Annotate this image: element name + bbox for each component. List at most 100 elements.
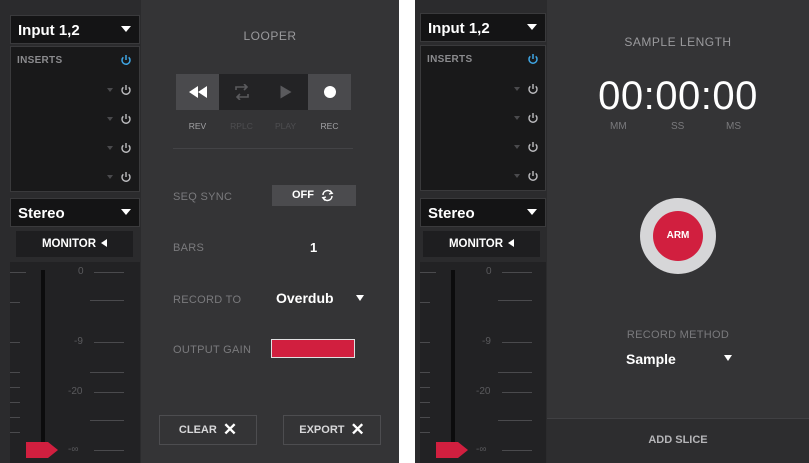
chevron-down-icon[interactable] — [514, 116, 520, 120]
power-icon[interactable] — [527, 53, 539, 65]
seq-sync-toggle[interactable]: OFF — [272, 185, 356, 206]
monitor-button[interactable]: MONITOR — [16, 231, 133, 257]
inserts-box: INSERTS — [420, 45, 546, 191]
caret-down-icon — [724, 355, 732, 361]
speaker-left-icon — [508, 239, 515, 247]
record-method-label: RECORD METHOD — [626, 329, 730, 341]
record-to-value: Overdub — [276, 290, 334, 306]
output-gain-fill — [272, 340, 354, 357]
meter-scale-mid: -9 — [482, 336, 491, 347]
inserts-title: INSERTS — [427, 54, 473, 65]
clear-button-label: CLEAR — [178, 424, 217, 436]
close-icon: ✕ — [222, 420, 238, 439]
meter-scale-top: 0 — [78, 266, 84, 277]
power-icon[interactable] — [120, 54, 132, 66]
insert-power-icon[interactable] — [527, 141, 539, 153]
meter-scale-bottom: -∞ — [68, 444, 79, 455]
insert-power-icon[interactable] — [120, 84, 132, 96]
monitor-button[interactable]: MONITOR — [423, 231, 540, 257]
chevron-down-icon[interactable] — [514, 87, 520, 91]
play-button[interactable] — [264, 74, 307, 110]
meter-scale-low: -20 — [68, 386, 83, 397]
meter-scale-bottom: -∞ — [476, 444, 487, 455]
insert-power-icon[interactable] — [120, 142, 132, 154]
sampler-main: SAMPLE LENGTH 00:00:00 MM SS MS ARM RECO… — [547, 0, 809, 463]
meter-scale-low: -20 — [476, 386, 491, 397]
stereo-select-value: Stereo — [428, 205, 475, 222]
inserts-box: INSERTS — [10, 46, 140, 192]
fader-handle[interactable] — [436, 440, 468, 460]
chevron-down-icon[interactable] — [107, 88, 113, 92]
chevron-down-icon[interactable] — [107, 175, 113, 179]
reverse-button[interactable] — [176, 74, 219, 110]
record-to-select[interactable]: Overdub — [276, 290, 366, 310]
sample-length-title: SAMPLE LENGTH — [624, 35, 732, 49]
chevron-down-icon[interactable] — [107, 146, 113, 150]
chevron-down-icon[interactable] — [514, 145, 520, 149]
caret-down-icon — [121, 26, 131, 32]
time-unit-ss: SS — [671, 121, 685, 132]
looper-main: LOOPER REV RPLC PLAY REC SEQ SYNC OFF BA… — [141, 0, 399, 463]
caret-down-icon — [121, 209, 131, 215]
play-icon — [280, 85, 291, 99]
transport-label-rplc: RPLC — [230, 121, 253, 131]
replace-loop-icon — [234, 84, 249, 100]
input-select[interactable]: Input 1,2 — [10, 15, 140, 44]
divider — [173, 148, 353, 149]
insert-power-icon[interactable] — [527, 112, 539, 124]
channel-strip: Input 1,2 INSERTS Stereo MONITOR 0 -9 -2… — [415, 0, 548, 463]
stereo-select[interactable]: Stereo — [420, 198, 546, 227]
close-icon: ✕ — [350, 420, 365, 439]
add-slice-label: ADD SLICE — [648, 434, 708, 446]
sampler-panel: Input 1,2 INSERTS Stereo MONITOR 0 -9 -2… — [415, 0, 809, 463]
transport-bar — [176, 74, 351, 110]
record-button[interactable] — [308, 74, 351, 110]
fader-track[interactable] — [451, 270, 455, 450]
replace-button[interactable] — [220, 74, 263, 110]
clear-button[interactable]: CLEAR ✕ — [159, 415, 257, 445]
insert-power-icon[interactable] — [527, 170, 539, 182]
transport-label-rec: REC — [320, 121, 339, 131]
caret-down-icon — [527, 209, 537, 215]
channel-strip: Input 1,2 INSERTS Stereo MONITOR 0 -9 -2… — [0, 0, 142, 463]
speaker-left-icon — [101, 239, 108, 247]
rewind-icon — [188, 86, 207, 98]
time-unit-mm: MM — [610, 121, 627, 132]
stereo-select-value: Stereo — [18, 205, 65, 222]
add-slice-button[interactable]: ADD SLICE — [547, 418, 809, 463]
seq-sync-value: OFF — [292, 189, 314, 201]
caret-down-icon — [356, 295, 364, 301]
chevron-down-icon[interactable] — [107, 117, 113, 121]
export-button-label: EXPORT — [299, 424, 345, 436]
monitor-label: MONITOR — [448, 238, 504, 250]
arm-button[interactable]: ARM — [653, 211, 703, 261]
seq-sync-label: SEQ SYNC — [173, 191, 233, 203]
insert-power-icon[interactable] — [120, 171, 132, 183]
input-select-value: Input 1,2 — [428, 20, 490, 37]
output-gain-slider[interactable] — [271, 339, 355, 358]
inserts-title: INSERTS — [17, 55, 63, 66]
stereo-select[interactable]: Stereo — [10, 198, 140, 227]
caret-down-icon — [527, 24, 537, 30]
output-gain-label: OUTPUT GAIN — [173, 344, 252, 356]
transport-label-play: PLAY — [274, 121, 297, 131]
fader-handle[interactable] — [26, 440, 58, 460]
export-button[interactable]: EXPORT ✕ — [283, 415, 381, 445]
fader-track[interactable] — [41, 270, 45, 450]
looper-title: LOOPER — [243, 29, 297, 43]
time-unit-ms: MS — [726, 121, 741, 132]
meter-scale-mid: -9 — [74, 336, 83, 347]
record-method-select[interactable]: Sample — [626, 351, 736, 371]
chevron-down-icon[interactable] — [514, 174, 520, 178]
insert-power-icon[interactable] — [527, 83, 539, 95]
input-select-value: Input 1,2 — [18, 22, 80, 39]
bars-value[interactable]: 1 — [310, 240, 317, 255]
record-to-label: RECORD TO — [173, 294, 242, 306]
insert-power-icon[interactable] — [120, 113, 132, 125]
input-select[interactable]: Input 1,2 — [420, 13, 546, 42]
sync-icon — [321, 189, 334, 202]
bars-label: BARS — [173, 242, 205, 254]
level-meter: 0 -9 -20 -∞ — [10, 262, 140, 463]
arm-button-ring: ARM — [640, 198, 716, 274]
meter-scale-top: 0 — [486, 266, 492, 277]
